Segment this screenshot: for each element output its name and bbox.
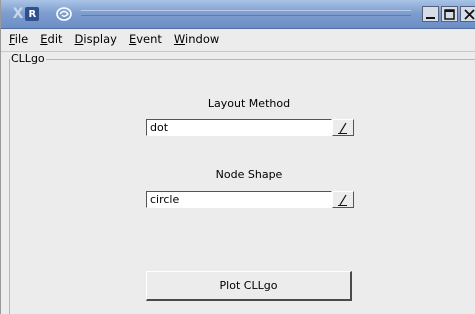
dropdown-arrow-icon[interactable] xyxy=(332,119,354,136)
menu-bar: File Edit Display Event Window xyxy=(1,29,475,49)
node-shape-label: Node Shape xyxy=(215,168,283,181)
menu-file[interactable]: File xyxy=(1,29,34,49)
menu-display[interactable]: Display xyxy=(69,29,123,49)
title-bar-decoration xyxy=(81,4,411,24)
maximize-icon[interactable] xyxy=(441,6,458,22)
r-app-icon: R xyxy=(25,7,40,21)
menu-window[interactable]: Window xyxy=(168,29,225,49)
app-logo: X R xyxy=(5,5,47,23)
title-bar[interactable]: X R xyxy=(1,0,475,29)
layout-method-combo[interactable]: dot xyxy=(146,119,354,136)
menu-divider xyxy=(1,51,475,52)
layout-method-field[interactable]: dot xyxy=(146,119,332,136)
node-shape-field[interactable]: circle xyxy=(146,191,332,208)
close-icon[interactable] xyxy=(460,6,475,22)
app-window: X R File Edit Display Event Window CLLgo xyxy=(0,0,475,314)
node-shape-combo[interactable]: circle xyxy=(146,191,354,208)
layout-method-label: Layout Method xyxy=(207,97,291,110)
menu-event[interactable]: Event xyxy=(123,29,168,49)
group-title: CLLgo xyxy=(10,52,46,65)
dropdown-arrow-icon[interactable] xyxy=(332,191,354,208)
x-logo-icon: X xyxy=(12,6,24,22)
menu-edit[interactable]: Edit xyxy=(34,29,68,49)
minimize-icon[interactable] xyxy=(422,6,439,22)
plot-cllgo-button[interactable]: Plot CLLgo xyxy=(146,271,352,301)
swirl-menu-icon[interactable] xyxy=(54,6,74,22)
